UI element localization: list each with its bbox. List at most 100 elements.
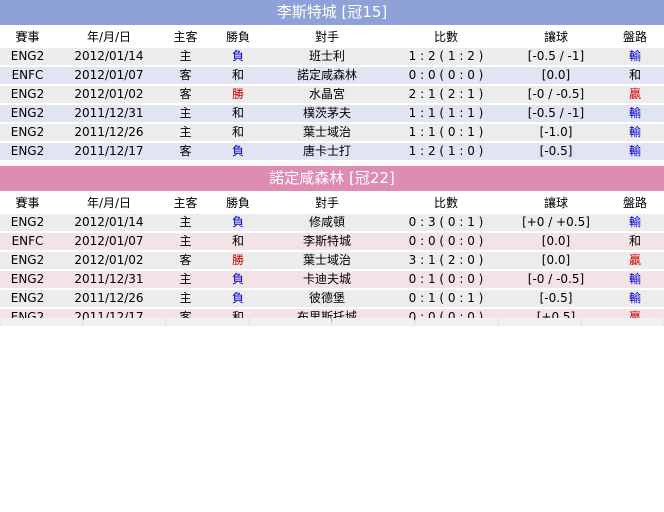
match-pan: 和 [606, 233, 664, 250]
match-score: 1 : 1 ( 0 : 1 ) [386, 124, 506, 141]
match-date: 2011/12/26 [55, 290, 163, 307]
match-opponent: 諾定咸森林 [268, 67, 386, 84]
team-section-leicester: 李斯特城 [冠15] 賽事 年/月/日 主客 勝負 對手 比數 讓球 盤路 EN… [0, 0, 664, 162]
match-pan: 輸 [606, 271, 664, 288]
match-opponent: 彼德堡 [268, 290, 386, 307]
match-opponent: 樸茨茅夫 [268, 105, 386, 122]
table-row: ENFC 2012/01/07 主和李斯特城 0 : 0 ( 0 : 0 ) [0.0]… [0, 233, 664, 250]
match-date: 2011/12/26 [55, 124, 163, 141]
match-date: 2012/01/07 [55, 67, 163, 84]
match-event: ENG2 [0, 143, 55, 160]
match-result: 勝 [208, 86, 268, 103]
match-date: 2012/01/02 [55, 86, 163, 103]
header-pan: 盤路 [606, 29, 664, 46]
match-result: 負 [208, 271, 268, 288]
match-pan: 輸 [606, 48, 664, 65]
match-opponent: 唐卡士打 [268, 143, 386, 160]
match-handicap: [-0.5] [506, 143, 606, 160]
match-opponent: 葉士域治 [268, 124, 386, 141]
match-score: 0 : 0 ( 0 : 0 ) [386, 233, 506, 250]
section-title: 諾定咸森林 [冠22] [0, 166, 664, 191]
match-home-away: 客 [163, 86, 208, 103]
match-pan: 輸 [606, 124, 664, 141]
match-handicap: [-0 / -0.5] [506, 86, 606, 103]
table-row: ENG2 2011/12/31 主負卡迪夫城 0 : 1 ( 0 : 0 ) [-0 /… [0, 271, 664, 288]
match-home-away: 主 [163, 124, 208, 141]
match-handicap: [0.0] [506, 67, 606, 84]
match-home-away: 主 [163, 271, 208, 288]
match-result: 和 [208, 233, 268, 250]
match-opponent: 卡迪夫城 [268, 271, 386, 288]
match-home-away: 主 [163, 48, 208, 65]
match-result: 負 [208, 290, 268, 307]
match-score: 3 : 1 ( 2 : 0 ) [386, 252, 506, 269]
match-score: 0 : 1 ( 0 : 0 ) [386, 271, 506, 288]
table-row: ENG2 2012/01/02 客勝葉士域治 3 : 1 ( 2 : 0 ) [0.0]… [0, 252, 664, 269]
match-home-away: 客 [163, 143, 208, 160]
match-event: ENG2 [0, 252, 55, 269]
match-pan: 和 [606, 67, 664, 84]
match-score: 1 : 1 ( 1 : 1 ) [386, 105, 506, 122]
header-home-away: 主客 [163, 195, 208, 212]
match-pan: 贏 [606, 86, 664, 103]
match-date: 2011/12/31 [55, 271, 163, 288]
match-home-away: 主 [163, 105, 208, 122]
match-result: 負 [208, 143, 268, 160]
match-event: ENG2 [0, 86, 55, 103]
match-table: 賽事 年/月/日 主客 勝負 對手 比數 讓球 盤路 ENG2 2012/01/1… [0, 27, 664, 162]
match-pan: 輸 [606, 143, 664, 160]
header-result: 勝負 [208, 195, 268, 212]
match-handicap: [-0 / -0.5] [506, 271, 606, 288]
match-result: 和 [208, 105, 268, 122]
match-result: 勝 [208, 252, 268, 269]
match-event: ENG2 [0, 290, 55, 307]
table-row: ENFC 2012/01/07 客和諾定咸森林 0 : 0 ( 0 : 0 ) [0.0… [0, 67, 664, 84]
match-event: ENG2 [0, 271, 55, 288]
table-row: ENG2 2012/01/14 主負修咸頓 0 : 3 ( 0 : 1 ) [+0 / … [0, 214, 664, 231]
match-date: 2011/12/31 [55, 105, 163, 122]
match-date: 2012/01/14 [55, 214, 163, 231]
match-score: 0 : 0 ( 0 : 0 ) [386, 67, 506, 84]
match-home-away: 客 [163, 252, 208, 269]
match-pan: 輸 [606, 105, 664, 122]
team-section-nottingham: 諾定咸森林 [冠22] 賽事 年/月/日 主客 勝負 對手 比數 讓球 盤路 E… [0, 166, 664, 328]
faded-row-remnant [0, 318, 664, 326]
match-handicap: [-0.5 / -1] [506, 105, 606, 122]
match-score: 1 : 2 ( 1 : 2 ) [386, 48, 506, 65]
match-home-away: 客 [163, 67, 208, 84]
section-title: 李斯特城 [冠15] [0, 0, 664, 25]
match-result: 和 [208, 124, 268, 141]
header-pan: 盤路 [606, 195, 664, 212]
header-score: 比數 [386, 195, 506, 212]
table-row: ENG2 2011/12/31 主和樸茨茅夫 1 : 1 ( 1 : 1 ) [-0.5… [0, 105, 664, 122]
table-row: ENG2 2011/12/17 客負唐卡士打 1 : 2 ( 1 : 0 ) [-0.5… [0, 143, 664, 160]
recent-matches-panel: 李斯特城 [冠15] 賽事 年/月/日 主客 勝負 對手 比數 讓球 盤路 EN… [0, 0, 664, 328]
match-event: ENG2 [0, 124, 55, 141]
match-opponent: 班士利 [268, 48, 386, 65]
match-handicap: [0.0] [506, 252, 606, 269]
table-row: ENG2 2011/12/26 主負彼德堡 0 : 1 ( 0 : 1 ) [-0.5]… [0, 290, 664, 307]
header-result: 勝負 [208, 29, 268, 46]
match-handicap: [-0.5 / -1] [506, 48, 606, 65]
match-pan: 贏 [606, 252, 664, 269]
header-date: 年/月/日 [55, 195, 163, 212]
table-row: ENG2 2012/01/02 客勝水晶宮 2 : 1 ( 2 : 1 ) [-0 / … [0, 86, 664, 103]
table-row: ENG2 2011/12/26 主和葉士域治 1 : 1 ( 0 : 1 ) [-1.0… [0, 124, 664, 141]
match-date: 2012/01/02 [55, 252, 163, 269]
match-handicap: [-0.5] [506, 290, 606, 307]
header-event: 賽事 [0, 195, 55, 212]
match-pan: 輸 [606, 290, 664, 307]
match-date: 2012/01/07 [55, 233, 163, 250]
match-date: 2012/01/14 [55, 48, 163, 65]
match-home-away: 主 [163, 233, 208, 250]
header-handicap: 讓球 [506, 29, 606, 46]
match-score: 2 : 1 ( 2 : 1 ) [386, 86, 506, 103]
match-result: 負 [208, 48, 268, 65]
match-opponent: 修咸頓 [268, 214, 386, 231]
table-header-row: 賽事 年/月/日 主客 勝負 對手 比數 讓球 盤路 [0, 29, 664, 46]
match-result: 和 [208, 67, 268, 84]
match-event: ENG2 [0, 105, 55, 122]
match-event: ENFC [0, 67, 55, 84]
table-row: ENG2 2012/01/14 主負班士利 1 : 2 ( 1 : 2 ) [-0.5 … [0, 48, 664, 65]
match-handicap: [-1.0] [506, 124, 606, 141]
